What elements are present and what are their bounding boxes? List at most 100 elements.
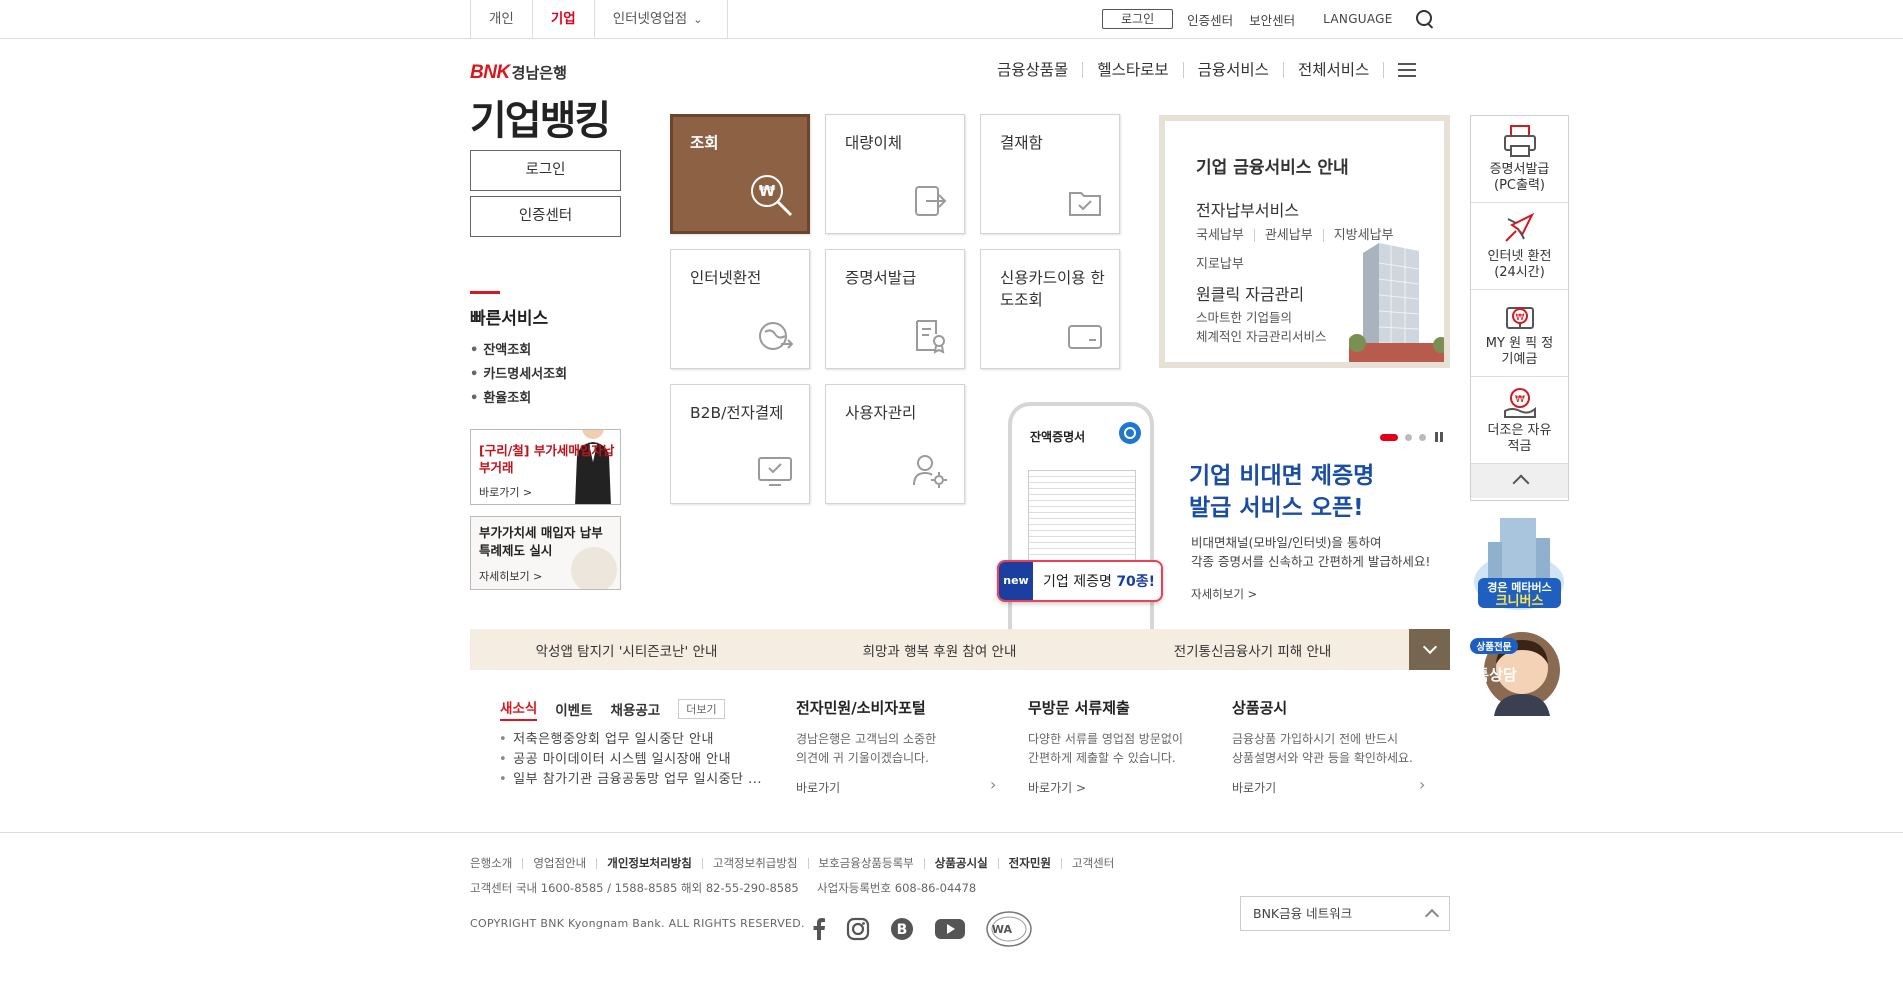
tile-label: 결재함 <box>1000 134 1043 152</box>
search-icon[interactable] <box>1415 9 1435 29</box>
news-item[interactable]: 저축은행중앙회 업무 일시중단 안내 <box>499 730 762 750</box>
chevron-right-icon[interactable]: › <box>990 775 996 794</box>
tab-events[interactable]: 이벤트 <box>555 699 592 719</box>
banner2-more[interactable]: 자세히보기 > <box>479 568 542 584</box>
footer-contact-phones: 고객센터 국내 1600-8585 / 1588-8585 해외 82-55-2… <box>470 881 799 895</box>
hamburger-menu-icon[interactable] <box>1398 63 1417 77</box>
tab-internet-branch[interactable]: 인터넷영업점 ⌄ <box>595 0 728 38</box>
service-oneclick[interactable]: 원클릭 자금관리 <box>1196 281 1304 305</box>
footer-link-e-complaint[interactable]: 전자민원 <box>997 857 1061 869</box>
oneclick-desc-line2: 체계적인 자금관리서비스 <box>1196 329 1327 344</box>
pause-icon[interactable] <box>1435 432 1443 442</box>
service-e-payment[interactable]: 전자납부서비스 <box>1196 197 1299 221</box>
nav-financial-service[interactable]: 금융서비스 <box>1184 62 1284 78</box>
news-item[interactable]: 일부 참가기관 금융공동망 업무 일시중단 ... <box>499 770 762 790</box>
notice-strip: 악성앱 탐지기 '시티즌코난' 안내 희망과 행복 후원 참여 안내 전기통신금… <box>470 629 1450 670</box>
footer-link-privacy[interactable]: 개인정보처리방침 <box>596 857 702 869</box>
promo-more-link[interactable]: 자세히보기 > <box>1191 586 1257 602</box>
footer-link-customer-center[interactable]: 고객센터 <box>1060 857 1124 869</box>
instagram-icon[interactable] <box>846 917 870 941</box>
strip-item-fraud[interactable]: 전기통신금융사기 피해 안내 <box>1096 640 1409 660</box>
strip-item-app-detector[interactable]: 악성앱 탐지기 '시티즌코난' 안내 <box>470 640 783 660</box>
language-link[interactable]: LANGUAGE <box>1323 12 1393 26</box>
nav-wealth-robo[interactable]: 헬스타로보 <box>1083 62 1184 78</box>
social-links: B WA <box>812 911 1052 947</box>
link-giro[interactable]: 지로납부 <box>1196 253 1244 272</box>
bnk-network-select[interactable]: BNK금융 네트워크 <box>1240 896 1450 931</box>
news-more-button[interactable]: 더보기 <box>678 699 725 719</box>
carousel-dot-1[interactable] <box>1380 433 1398 441</box>
tile-credit-card-limit[interactable]: 신용카드이용 한도조회 <box>980 249 1120 369</box>
carousel-dot-2[interactable] <box>1405 433 1412 441</box>
right-quick-bar: 증명서발급 (PC출력) 인터넷 환전 (24시간) ₩ MY 원 픽 정기예금… <box>1470 115 1569 501</box>
product-talk-banner[interactable]: 상품전문 톡상담 <box>1470 624 1569 724</box>
metaverse-banner[interactable]: 경은 메타버스 크니버스 <box>1470 512 1569 616</box>
facebook-icon[interactable] <box>812 918 826 940</box>
top-login-button[interactable]: 로그인 <box>1102 9 1174 29</box>
tile-bulk-transfer[interactable]: 대량이체 <box>825 114 965 234</box>
tile-label: 증명서발급 <box>845 269 917 287</box>
tile-user-management[interactable]: 사용자관리 <box>825 384 965 504</box>
promo-desc-line1: 비대면채널(모바일/인터넷)을 통하여 <box>1191 535 1382 550</box>
info-go-link[interactable]: 바로가기 <box>796 779 1000 796</box>
new-certificate-badge: new 기업 제증명 70종! <box>997 560 1163 602</box>
tab-internet-branch-label: 인터넷영업점 <box>612 11 688 27</box>
footer-link-about[interactable]: 은행소개 <box>470 857 522 869</box>
login-button[interactable]: 로그인 <box>470 150 621 191</box>
tile-inquiry[interactable]: 조회 ₩ <box>670 114 810 234</box>
info-desc-line2: 의견에 귀 기울이겠습니다. <box>796 751 929 765</box>
strip-expand-button[interactable] <box>1409 629 1450 670</box>
news-item[interactable]: 공공 마이데이터 시스템 일시장애 안내 <box>499 750 762 770</box>
info-title: 무방문 서류제출 <box>1028 699 1130 717</box>
security-center-link[interactable]: 보안센터 <box>1249 10 1295 29</box>
tile-approval-box[interactable]: 결재함 <box>980 114 1120 234</box>
phone-screen-title: 잔액증명서 <box>1030 430 1086 444</box>
quick-free-savings[interactable]: ₩ 더조은 자유적금 <box>1471 377 1568 464</box>
tile-b2b-payment[interactable]: B2B/전자결제 <box>670 384 810 504</box>
banner1-more[interactable]: 바로가기 > <box>479 484 532 500</box>
cert-center-button[interactable]: 인증센터 <box>470 196 621 237</box>
chevron-down-icon: ⌄ <box>693 13 703 26</box>
vat-special-banner[interactable]: 부가가치세 매입자 납부 특례제도 실시 자세히보기 > <box>470 516 621 590</box>
footer-contact: 고객센터 국내 1600-8585 / 1588-8585 해외 82-55-2… <box>470 880 976 896</box>
footer-link-disclosure[interactable]: 상품공시실 <box>923 857 998 869</box>
info-go-link[interactable]: 바로가기 > <box>1028 779 1218 796</box>
quick-internet-exchange[interactable]: 인터넷 환전 (24시간) <box>1471 203 1568 290</box>
scroll-up-button[interactable] <box>1471 464 1568 498</box>
nav-product-mall[interactable]: 금융상품몰 <box>997 62 1084 78</box>
badge-count: 70종! <box>1116 574 1156 590</box>
carousel-indicator <box>1380 432 1443 442</box>
tile-certificate[interactable]: 증명서발급 <box>825 249 965 369</box>
quick-my-onepick[interactable]: ₩ MY 원 픽 정기예금 <box>1471 290 1568 377</box>
link-customs-tax[interactable]: 관세납부 <box>1253 229 1323 242</box>
strip-item-donation[interactable]: 희망과 행복 후원 참여 안내 <box>783 640 1096 660</box>
link-national-tax[interactable]: 국세납부 <box>1196 229 1254 242</box>
quick-item-balance[interactable]: 잔액조회 <box>470 342 567 366</box>
link-local-tax[interactable]: 지방세납부 <box>1322 229 1404 242</box>
tab-recruit[interactable]: 채용공고 <box>611 699 661 719</box>
carousel-dot-3[interactable] <box>1419 433 1426 441</box>
vat-purchase-banner[interactable]: [구리/철] 부가세매입자납부거래 바로가기 > <box>470 429 621 505</box>
service-oneclick-desc: 스마트한 기업들의 체계적인 자금관리서비스 <box>1196 308 1326 346</box>
footer-link-branches[interactable]: 영업점안내 <box>522 857 596 869</box>
footer-link-protected-products[interactable]: 보호금융상품등록부 <box>807 857 924 869</box>
quick-service-list: 잔액조회 카드명세서조회 환율조회 <box>470 342 567 414</box>
cert-center-link[interactable]: 인증센터 <box>1187 10 1233 29</box>
tab-corporate[interactable]: 기업 <box>533 0 595 38</box>
youtube-icon[interactable] <box>934 917 966 941</box>
logo[interactable]: BNK 경남은행 기업뱅킹 <box>470 62 611 146</box>
blog-icon[interactable]: B <box>890 917 914 941</box>
quick-free-savings-label: 더조은 자유적금 <box>1487 423 1552 454</box>
quick-cert-print[interactable]: 증명서발급 (PC출력) <box>1471 116 1568 203</box>
tab-news[interactable]: 새소식 <box>500 697 538 721</box>
quick-item-card-statement[interactable]: 카드명세서조회 <box>470 366 567 390</box>
nav-all-service[interactable]: 전체서비스 <box>1284 62 1385 78</box>
info-go-link[interactable]: 바로가기 <box>1232 779 1432 796</box>
banner1-title: [구리/철] 부가세매입자납부거래 <box>479 443 615 475</box>
tab-personal[interactable]: 개인 <box>471 0 533 38</box>
promo-desc-line2: 각종 증명서를 신속하고 간편하게 발급하세요! <box>1191 554 1431 569</box>
tile-internet-exchange[interactable]: 인터넷환전 <box>670 249 810 369</box>
chevron-right-icon[interactable]: › <box>1419 775 1425 794</box>
quick-item-exchange-rate[interactable]: 환율조회 <box>470 390 567 414</box>
footer-link-customer-info[interactable]: 고객정보취급방침 <box>701 857 808 869</box>
